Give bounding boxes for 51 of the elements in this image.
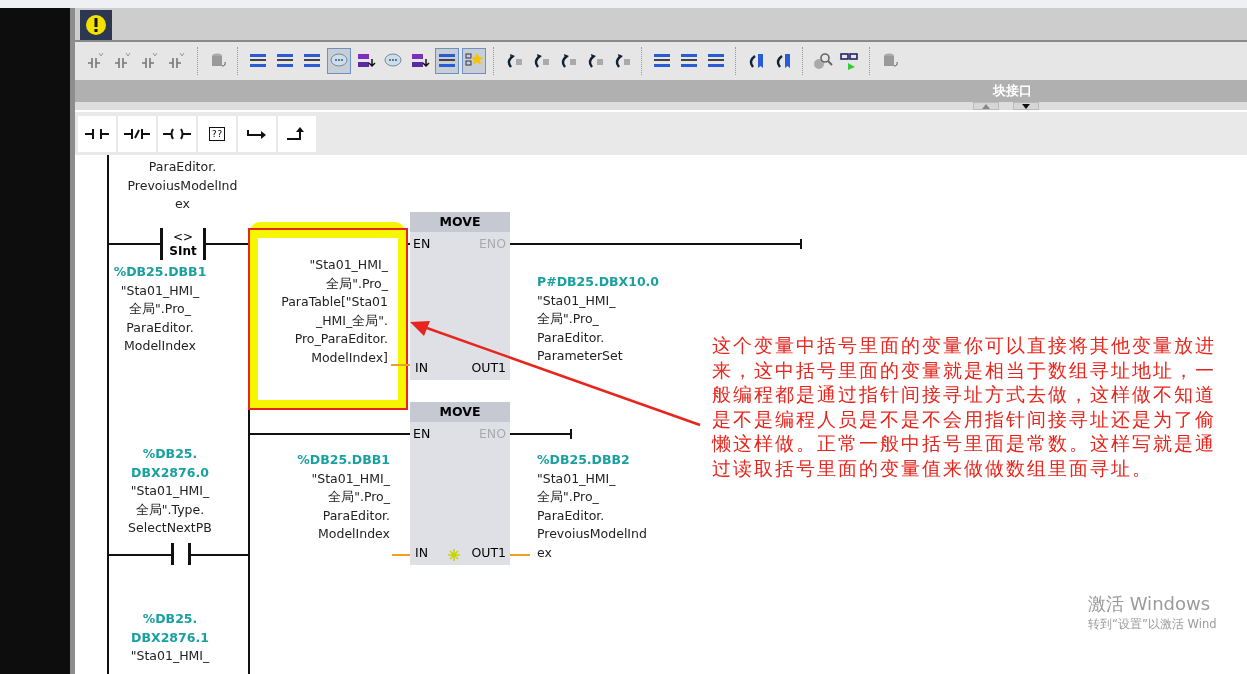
coil-button[interactable] [158, 115, 196, 152]
activation-title: 激活 Windows [1088, 592, 1212, 616]
tag-label: "Sta01_HMI_ [129, 647, 211, 665]
pin-label: EN [413, 236, 431, 252]
list-icon[interactable] [435, 48, 459, 74]
pin-label: IN [415, 545, 429, 561]
pin-label: ENO [478, 426, 506, 442]
tag-label: "Sta01_HMI_ 全局".Pro_ ParaEditor. ModelIndex [119, 281, 201, 355]
address-label: %DB25. DBX2876.0 [130, 445, 210, 482]
data-type-label: SInt [169, 244, 197, 258]
pin-label: EN [413, 426, 431, 442]
address-label: %DB25.DBB2 [537, 451, 631, 469]
closed-contact-icon [124, 127, 150, 140]
tag-label: "Sta01_HMI_ 全局".Type. SelectNextPB [127, 482, 213, 537]
connector-wire [391, 364, 410, 366]
connector-wire [510, 554, 530, 556]
tag-label: "Sta01_HMI_ 全局".Pro_ ParaEditor. PrevoiusModelInd ex [537, 469, 648, 562]
block-title: MOVE [410, 402, 510, 422]
warning-icon[interactable] [80, 10, 112, 40]
pin-label: IN [415, 360, 429, 376]
tag-label: "Sta01_HMI_ 全局".Pro_ ParaEditor. ModelIndex [310, 469, 390, 543]
coil-icon [163, 127, 191, 140]
annotation-text: 这个变量中括号里面的变量你可以直接将其他变量放进来，这中括号里面的变量就是相当于数组寻址地址，一般编程都是通过指针间接寻址方式去做，这样做不知道是不是编程人员是不是不会用指针间接寻址还是为了偷懒这样做。正常一般中括号里面是常数。这样写就是通过读取括号里面的变量值来做做数组里面寻址。 [712, 333, 1217, 480]
open-branch-button[interactable] [238, 115, 276, 152]
connector-wire [392, 554, 410, 556]
close-branch-button[interactable] [278, 115, 316, 152]
nc-contact-button[interactable] [118, 115, 156, 152]
tag-label: "Sta01_HMI_ 全局".Pro_ ParaTable["Sta01 _HMI_全局". Pro_ParaEditor. ModelIndex] [280, 256, 388, 367]
address-label: %DB25.DBB1 [296, 451, 390, 469]
tag-label: ParaEditor. PrevoiusModelInd ex [126, 158, 239, 213]
address-label: P#DB25.DBX10.0 [537, 273, 661, 291]
contact-icon [85, 127, 109, 140]
block-title: MOVE [410, 212, 510, 232]
block-interface-title: 块接口 [993, 82, 1032, 100]
address-label: %DB25.DBB1 [112, 263, 208, 281]
empty-box-button[interactable]: ?? [198, 115, 236, 152]
activation-hint: 转到“设置”以激活 Wind [1088, 616, 1217, 632]
tag-label: "Sta01_HMI_ 全局".Pro_ ParaEditor. ParameterSet [537, 291, 624, 365]
branch-close-icon [287, 126, 307, 141]
move-block[interactable]: MOVE EN ENO IN OUT1 [410, 402, 510, 565]
pin-label: OUT1 [471, 545, 506, 561]
expand-down-icon[interactable] [1013, 102, 1039, 110]
pin-label: ENO [478, 236, 506, 252]
no-contact-button[interactable] [78, 115, 116, 152]
branch-arrow-icon [247, 127, 267, 140]
move-block[interactable]: MOVE EN ENO IN OUT1 [410, 212, 510, 380]
pin-label: OUT1 [471, 360, 506, 376]
address-label: %DB25. DBX2876.1 [130, 610, 210, 647]
sparkle-icon [448, 549, 460, 561]
compare-contact[interactable]: <> SInt [160, 228, 206, 260]
compare-symbol: <> [172, 230, 194, 244]
